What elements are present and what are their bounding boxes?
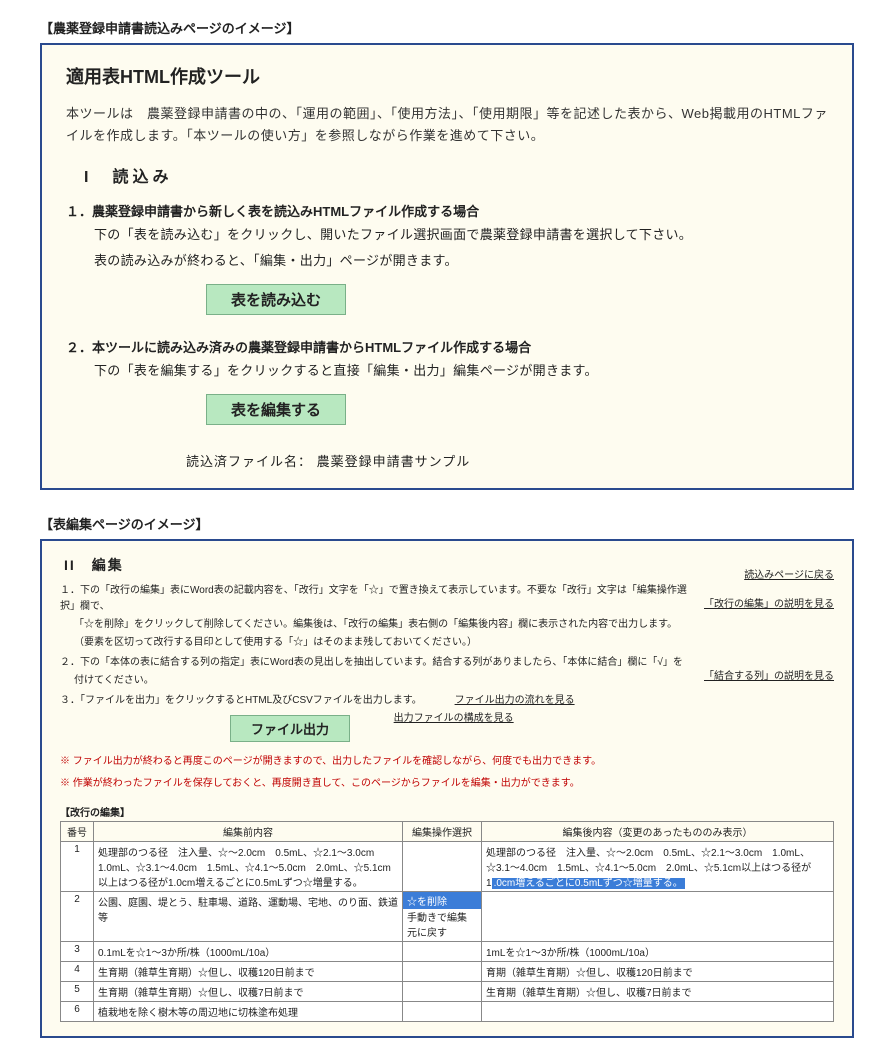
table-row: 5生育期（雑草生育期）☆但し、収穫7日前まで生育期（雑草生育期）☆但し、収穫7日… — [61, 982, 834, 1002]
table-row: 30.1mLを☆1〜3か所/株（1000mL/10a） 1mLを☆1〜3か所/株（… — [61, 942, 834, 962]
edit-p2b: 付けてください。 — [74, 673, 694, 689]
note-1: ※ ファイル出力が終わると再度このページが開きますので、出力したファイルを確認し… — [60, 754, 834, 770]
step2-text: 下の「表を編集する」をクリックすると直接「編集・出力」編集ページが開きます。 — [94, 360, 828, 382]
link-output-flow[interactable]: ファイル出力の流れを見る — [455, 695, 575, 706]
cell-after: 生育期（雑草生育期）☆但し、収穫7日前まで — [482, 982, 834, 1002]
loaded-file-value: 農薬登録申請書サンプル — [317, 454, 471, 469]
cell-number: 5 — [61, 982, 94, 1002]
op-menu-item[interactable]: ☆を削除 — [403, 892, 481, 909]
cell-operation-select[interactable] — [403, 982, 482, 1002]
file-output-button[interactable]: ファイル出力 — [230, 715, 350, 742]
cell-before: 処理部のつる径 注入量、☆〜2.0cm 0.5mL、☆2.1〜3.0cm 1.0… — [94, 842, 403, 892]
cell-number: 3 — [61, 942, 94, 962]
th-after: 編集後内容（変更のあったもののみ表示） — [482, 822, 834, 842]
cell-after — [482, 892, 834, 942]
section-i-heading: I 読込み — [84, 163, 828, 187]
link-output-structure[interactable]: 出力ファイルの構成を見る — [394, 713, 514, 724]
cell-after: 育期（雑草生育期）☆但し、収穫120日前まで — [482, 962, 834, 982]
tool-title: 適用表HTML作成ツール — [66, 63, 828, 89]
cell-number: 4 — [61, 962, 94, 982]
section-ii-heading: II 編集 — [64, 555, 124, 575]
cell-operation-select[interactable] — [403, 942, 482, 962]
cell-operation-select[interactable] — [403, 962, 482, 982]
cell-before: 生育期（雑草生育期）☆但し、収穫120日前まで — [94, 962, 403, 982]
edit-p3-text: ３．「ファイルを出力」をクリックするとHTML及びCSVファイルを出力します。 — [60, 695, 422, 706]
edit-table-caption: 【改行の編集】 — [60, 804, 834, 819]
cell-operation-select[interactable] — [403, 842, 482, 892]
loaded-file-label: 読込済ファイル名： — [186, 454, 312, 469]
cell-before: 植栽地を除く樹木等の周辺地に切株塗布処理 — [94, 1002, 403, 1022]
load-page-frame: 適用表HTML作成ツール 本ツールは 農薬登録申請書の中の、「運用の範囲」、「使… — [40, 43, 854, 490]
tool-description: 本ツールは 農薬登録申請書の中の、「運用の範囲」、「使用方法」、「使用期限」等を… — [66, 103, 828, 147]
caption-edit-page: 【表編集ページのイメージ】 — [40, 514, 854, 533]
link-kaigyo-help[interactable]: 「改行の編集」の説明を見る — [704, 595, 834, 610]
cell-number: 6 — [61, 1002, 94, 1022]
edit-p3: ３．「ファイルを出力」をクリックするとHTML及びCSVファイルを出力します。 … — [60, 693, 834, 709]
cell-before: 生育期（雑草生育期）☆但し、収穫7日前まで — [94, 982, 403, 1002]
table-row: 1処理部のつる径 注入量、☆〜2.0cm 0.5mL、☆2.1〜3.0cm 1.… — [61, 842, 834, 892]
cell-after: 1mLを☆1〜3か所/株（1000mL/10a） — [482, 942, 834, 962]
cell-number: 1 — [61, 842, 94, 892]
note-2: ※ 作業が終わったファイルを保存しておくと、再度開き直して、このページからファイ… — [60, 776, 834, 792]
edit-page-frame: II 編集 読込みページに戻る １．下の「改行の編集」表にWord表の記載内容を… — [40, 539, 854, 1038]
cell-before: 0.1mLを☆1〜3か所/株（1000mL/10a） — [94, 942, 403, 962]
table-row: 4生育期（雑草生育期）☆但し、収穫120日前まで 育期（雑草生育期）☆但し、収穫1… — [61, 962, 834, 982]
cell-operation-select[interactable]: ☆を削除手動きで編集元に戻す — [403, 892, 482, 942]
edit-p1b: 「☆を削除」をクリックして削除してください。編集後は、「改行の編集」表右側の「編… — [74, 617, 694, 633]
linebreak-edit-table: 番号 編集前内容 編集操作選択 編集後内容（変更のあったもののみ表示） 1処理部… — [60, 821, 834, 1022]
edit-p1a: １．下の「改行の編集」表にWord表の記載内容を、「改行」文字を「☆」で置き換え… — [60, 583, 694, 615]
cell-after — [482, 1002, 834, 1022]
edit-p1c: （要素を区切って改行する目印として使用する「☆」はそのまま残しておいてください。… — [74, 635, 694, 651]
edit-table-button[interactable]: 表を編集する — [206, 394, 346, 425]
table-row: 6植栽地を除く樹木等の周辺地に切株塗布処理 — [61, 1002, 834, 1022]
loaded-file-row: 読込済ファイル名： 農薬登録申請書サンプル — [186, 451, 828, 470]
caption-load-page: 【農薬登録申請書読込みページのイメージ】 — [40, 18, 854, 37]
step1-heading: １．農薬登録申請書から新しく表を読込みHTMLファイル作成する場合 — [66, 201, 828, 220]
cell-operation-select[interactable] — [403, 1002, 482, 1022]
cell-after: 処理部のつる径 注入量、☆〜2.0cm 0.5mL、☆2.1〜3.0cm 1.0… — [482, 842, 834, 892]
step1-text-2: 表の読み込みが終わると、「編集・出力」ページが開きます。 — [94, 250, 828, 272]
th-operation: 編集操作選択 — [403, 822, 482, 842]
cell-number: 2 — [61, 892, 94, 942]
th-before: 編集前内容 — [94, 822, 403, 842]
op-menu-item[interactable]: 手動きで編集 — [407, 909, 477, 924]
th-number: 番号 — [61, 822, 94, 842]
step1-text-1: 下の「表を読み込む」をクリックし、開いたファイル選択画面で農薬登録申請書を選択し… — [94, 224, 828, 246]
table-row: 2公園、庭園、堤とう、駐車場、道路、運動場、宅地、のり面、鉄道 等☆を削除手動き… — [61, 892, 834, 942]
edit-p2a: ２．下の「本体の表に結合する列の指定」表にWord表の見出しを抽出しています。結… — [60, 655, 694, 671]
back-to-load-link[interactable]: 読込みページに戻る — [744, 566, 834, 581]
load-table-button[interactable]: 表を読み込む — [206, 284, 346, 315]
step2-heading: ２．本ツールに読み込み済みの農薬登録申請書からHTMLファイル作成する場合 — [66, 337, 828, 356]
cell-before: 公園、庭園、堤とう、駐車場、道路、運動場、宅地、のり面、鉄道 等 — [94, 892, 403, 942]
link-merge-help[interactable]: 「結合する列」の説明を見る — [704, 667, 834, 682]
